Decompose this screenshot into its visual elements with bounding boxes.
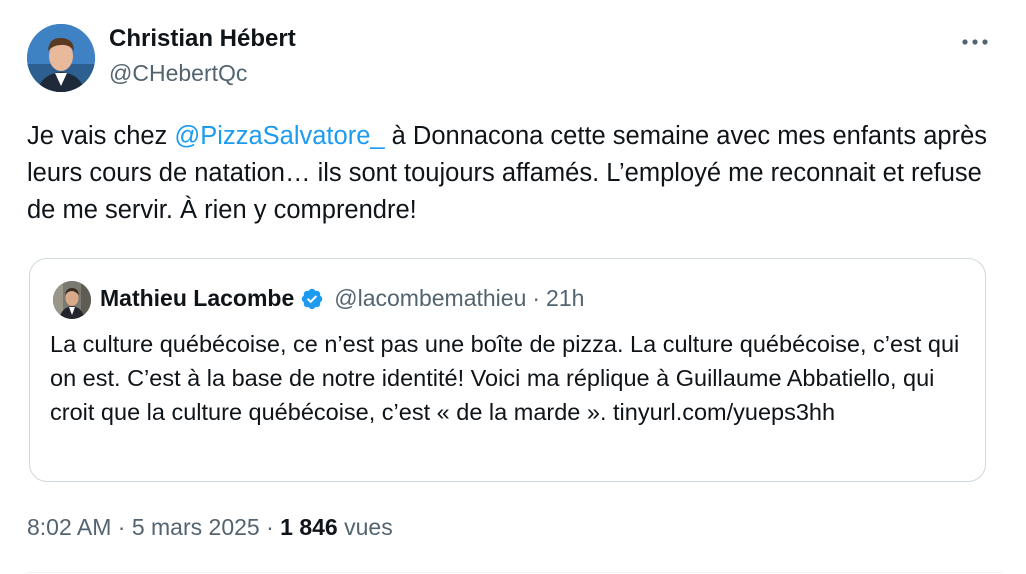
tweet-date[interactable]: 5 mars 2025 bbox=[132, 514, 260, 540]
tweet-text-prefix: Je vais chez bbox=[27, 122, 175, 150]
meta-separator: · bbox=[117, 514, 126, 540]
author-handle[interactable]: @CHebertQc bbox=[109, 60, 247, 87]
quote-avatar-image bbox=[53, 281, 91, 319]
divider bbox=[27, 572, 1002, 573]
views-count: 1 846 bbox=[280, 514, 338, 540]
tweet: Christian Hébert @CHebertQc Je vais chez… bbox=[0, 0, 1026, 574]
quote-author-handle[interactable]: @lacombemathieu bbox=[334, 285, 526, 312]
quote-text: La culture québécoise, ce n’est pas une … bbox=[50, 331, 960, 425]
tweet-text: Je vais chez @PizzaSalvatore_ à Donnacon… bbox=[27, 118, 1002, 229]
author-avatar-image bbox=[27, 24, 95, 92]
tweet-meta: 8:02 AM · 5 mars 2025 · 1 846 vues bbox=[27, 514, 393, 541]
verified-badge-icon bbox=[302, 288, 323, 309]
author-name[interactable]: Christian Hébert bbox=[109, 25, 296, 53]
views-label: vues bbox=[344, 514, 393, 540]
quote-separator: · bbox=[532, 285, 541, 311]
tweet-time[interactable]: 8:02 AM bbox=[27, 514, 111, 540]
quote-timestamp[interactable]: 21h bbox=[546, 285, 584, 312]
more-horizontal-icon bbox=[962, 39, 988, 45]
quote-author-avatar[interactable] bbox=[53, 281, 91, 319]
author-avatar[interactable] bbox=[27, 24, 95, 92]
meta-separator: · bbox=[266, 514, 274, 540]
quote-author-name[interactable]: Mathieu Lacombe bbox=[100, 285, 294, 312]
quote-tweet-card[interactable]: Mathieu Lacombe @lacombemathieu · 21h La… bbox=[29, 258, 986, 482]
quote-header: Mathieu Lacombe @lacombemathieu · 21h bbox=[100, 285, 584, 312]
mention-link[interactable]: @PizzaSalvatore_ bbox=[174, 122, 384, 150]
more-options-button[interactable] bbox=[955, 26, 995, 58]
